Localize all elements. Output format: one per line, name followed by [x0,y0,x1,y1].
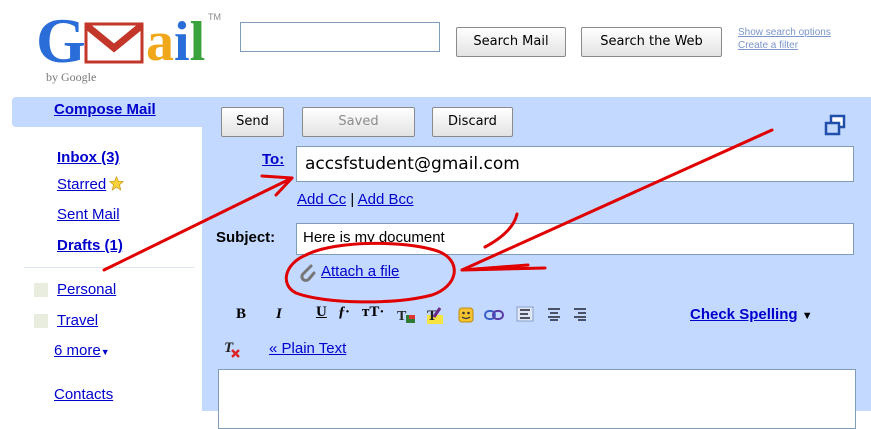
logo-trademark: TM [208,12,221,22]
text-color-icon[interactable]: T [396,306,416,324]
nav-starred-label[interactable]: Starred [57,176,106,193]
svg-text:T: T [224,340,234,356]
check-spelling-control[interactable]: Check Spelling ▼ [690,306,813,323]
cc-bcc-links: Add Cc | Add Bcc [297,191,414,208]
to-field[interactable]: accsfstudent@gmail.com [296,146,854,182]
discard-button[interactable]: Discard [432,107,513,137]
popout-icon[interactable] [822,113,848,139]
logo-g-letter: G [36,5,86,76]
nav-more[interactable]: 6 more▼ [54,342,110,359]
italic-icon[interactable]: I [276,306,282,323]
nav-sent-mail[interactable]: Sent Mail [57,206,120,223]
cc-bcc-separator: | [350,191,355,208]
dropdown-arrow-icon: ▼ [100,347,110,357]
search-web-button[interactable]: Search the Web [581,27,722,57]
nav-more-label[interactable]: 6 more [54,342,101,359]
label-color-swatch [34,314,48,328]
send-button[interactable]: Send [221,107,284,137]
subject-field[interactable]: Here is my document [296,223,854,255]
nav-starred[interactable]: Starred [57,176,125,193]
search-input[interactable] [240,22,440,52]
logo-tagline: by Google [46,70,97,84]
emoticon-icon[interactable] [458,307,474,323]
nav-divider [24,267,194,268]
add-cc-link[interactable]: Add Cc [297,191,346,208]
numbered-list-icon[interactable] [516,306,534,322]
check-spelling-link[interactable]: Check Spelling [690,306,798,323]
nav-label-travel[interactable]: Travel [57,312,98,329]
show-search-options-link[interactable]: Show search options [738,26,831,39]
attach-file-link[interactable]: Attach a file [321,263,399,280]
search-options-links: Show search options Create a filter [738,26,831,52]
underline-icon[interactable]: U [316,304,327,321]
to-label-link[interactable]: To: [262,151,284,168]
plain-text-link[interactable]: « Plain Text [269,340,346,357]
svg-text:T: T [397,309,407,324]
add-bcc-link[interactable]: Add Bcc [358,191,414,208]
subject-label: Subject: [216,229,276,246]
nav-drafts[interactable]: Drafts (1) [57,237,123,254]
create-filter-link[interactable]: Create a filter [738,39,831,52]
bold-icon[interactable]: B [236,306,246,323]
message-body-editor[interactable] [218,369,856,429]
star-icon [109,176,125,191]
label-color-swatch [34,283,48,297]
indent-icon[interactable] [572,307,588,321]
link-icon[interactable] [484,309,504,321]
saved-button[interactable]: Saved [302,107,415,137]
remove-formatting-icon[interactable]: T [222,338,242,358]
logo-ail: ail [146,11,206,73]
nav-label-personal[interactable]: Personal [57,281,116,298]
compose-mail-link[interactable]: Compose Mail [54,101,156,118]
font-size-icon[interactable]: тT· [362,304,384,321]
dropdown-arrow-icon[interactable]: ▼ [802,310,813,322]
paperclip-icon [300,264,316,282]
logo-envelope-m [84,22,144,64]
gmail-logo[interactable]: G ail TM by Google [36,4,221,90]
search-mail-button[interactable]: Search Mail [456,27,566,57]
bullet-list-icon[interactable] [546,307,562,321]
font-icon[interactable]: ƒ· [338,304,349,321]
nav-inbox[interactable]: Inbox (3) [57,149,120,166]
highlight-icon[interactable]: T [424,305,446,325]
nav-contacts[interactable]: Contacts [54,386,113,403]
